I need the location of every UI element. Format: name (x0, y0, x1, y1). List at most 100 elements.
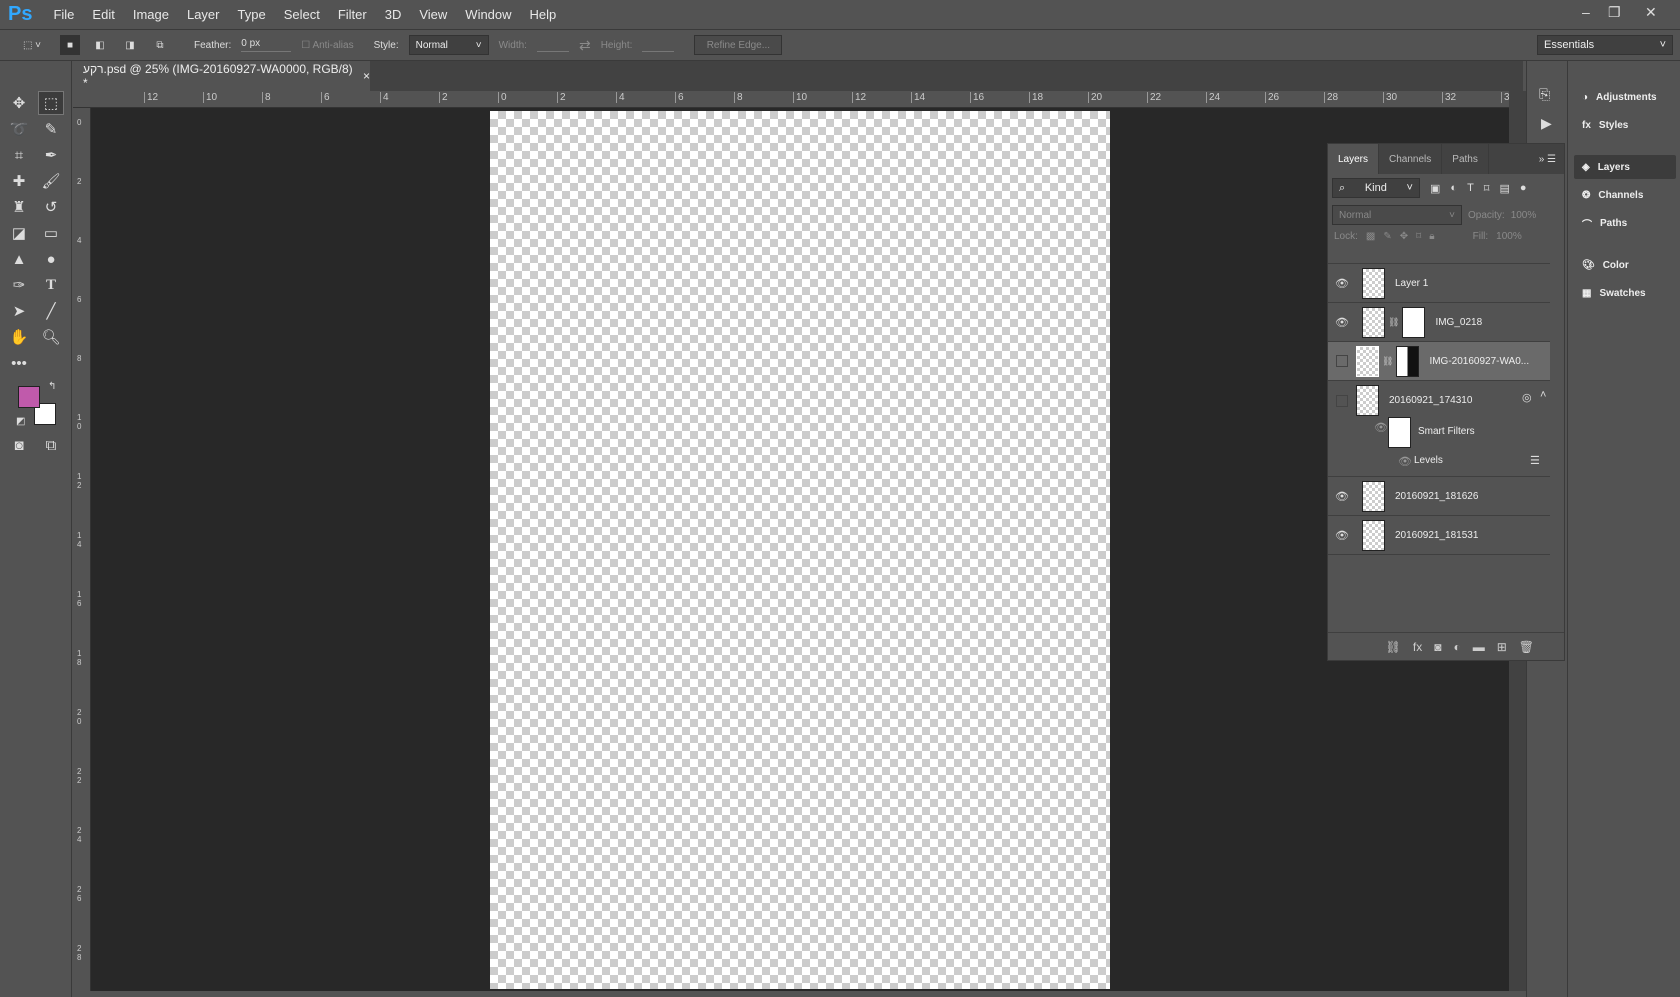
refine-edge-button[interactable]: Refine Edge... (694, 35, 783, 55)
workspace-select[interactable]: Essentials ˅ (1537, 35, 1673, 55)
clone-stamp-icon[interactable]: ♜ (6, 195, 32, 219)
document-canvas[interactable] (490, 111, 1110, 989)
subtract-selection-icon[interactable]: ◨ (120, 35, 140, 55)
filter-pixel-icon[interactable]: ▣ (1430, 182, 1440, 195)
default-colors-icon[interactable]: ◩ (16, 416, 25, 427)
hand-tool-icon[interactable]: ✋ (6, 325, 32, 349)
quick-mask-icon[interactable]: ◙ (6, 433, 32, 457)
intersect-selection-icon[interactable]: ⧉ (150, 35, 170, 55)
filter-kind-select[interactable]: ⌕ Kind ˅ (1332, 178, 1420, 198)
line-tool-icon[interactable]: ╱ (38, 299, 64, 323)
lasso-tool-icon[interactable]: ➰ (6, 117, 32, 141)
more-tools-icon[interactable]: ••• (6, 351, 32, 375)
layer-row-selected[interactable]: ⛓ IMG-20160927-WA0... (1328, 342, 1550, 381)
lock-pixels-icon[interactable]: ✎ (1383, 231, 1391, 242)
menu-window[interactable]: Window (456, 7, 520, 22)
lock-position-icon[interactable]: ✥ (1400, 231, 1408, 242)
height-input[interactable] (642, 38, 675, 52)
adjustment-layer-icon[interactable]: ◐ (1453, 640, 1460, 654)
menu-layer[interactable]: Layer (178, 7, 229, 22)
visibility-toggle[interactable] (1336, 395, 1348, 407)
menu-edit[interactable]: Edit (83, 7, 123, 22)
menu-select[interactable]: Select (275, 7, 329, 22)
document-tab[interactable]: רקע.psd @ 25% (IMG-20160927-WA0000, RGB/… (73, 61, 370, 91)
minimize-button[interactable]: – (1582, 4, 1590, 20)
fx-icon[interactable]: fx (1413, 640, 1422, 654)
dock-channels[interactable]: ❂ Channels (1574, 183, 1676, 207)
eye-icon[interactable]: 👁︎ (1374, 421, 1388, 434)
panel-menu-icon[interactable]: » ☰ (1539, 154, 1556, 165)
dock-adjustments[interactable]: ◑ Adjustments (1574, 85, 1676, 109)
quick-select-tool-icon[interactable]: ✎ (38, 117, 64, 141)
eye-icon[interactable]: 👁︎ (1328, 277, 1356, 290)
tab-channels[interactable]: Channels (1379, 144, 1443, 174)
menu-file[interactable]: File (44, 7, 83, 22)
filter-toggle-icon[interactable]: ● (1520, 182, 1527, 194)
move-tool-icon[interactable]: ✥ (6, 91, 32, 115)
history-brush-icon[interactable]: ↺ (38, 195, 64, 219)
add-selection-icon[interactable]: ◧ (90, 35, 110, 55)
eye-icon[interactable]: 👁︎ (1398, 455, 1412, 468)
close-tab-icon[interactable]: × (363, 69, 370, 83)
restore-button[interactable]: ❐ (1608, 4, 1621, 21)
visibility-toggle[interactable] (1336, 355, 1348, 367)
new-group-icon[interactable]: ▬ (1473, 640, 1485, 654)
collapse-chevron-icon[interactable]: ˄ (1540, 389, 1546, 401)
menu-type[interactable]: Type (229, 7, 275, 22)
filter-options-icon[interactable]: ☰ (1530, 454, 1540, 467)
eye-icon[interactable]: 👁︎ (1328, 490, 1356, 503)
path-select-icon[interactable]: ➤ (6, 299, 32, 323)
feather-input[interactable]: 0 px (241, 38, 292, 52)
tab-layers[interactable]: Layers (1328, 144, 1380, 174)
layer-row[interactable]: 20160921_174310 ◎ ˄ 👁︎ Smart Filters 👁︎ … (1328, 381, 1550, 477)
lock-transparency-icon[interactable]: ▩ (1366, 231, 1375, 242)
filter-adjustment-icon[interactable]: ◐ (1450, 182, 1457, 194)
blend-mode-select[interactable]: Normal ˅ (1332, 205, 1462, 225)
levels-filter-label[interactable]: Levels (1414, 455, 1443, 466)
menu-filter[interactable]: Filter (329, 7, 376, 22)
layer-row[interactable]: 👁︎ 20160921_181626 (1328, 477, 1550, 516)
add-mask-icon[interactable]: ◙ (1434, 640, 1441, 654)
antialias-checkbox[interactable]: ☐ Anti-alias (301, 40, 353, 51)
dock-layers[interactable]: ◈ Layers (1574, 155, 1676, 179)
menu-3d[interactable]: 3D (376, 7, 411, 22)
filter-smart-object-icon[interactable]: ▤ (1499, 182, 1509, 195)
layer-row[interactable]: 👁︎ 20160921_181531 (1328, 516, 1550, 555)
swap-icon[interactable]: ⇄ (579, 37, 591, 54)
blur-tool-icon[interactable]: ▲ (6, 247, 32, 271)
swap-colors-icon[interactable]: ↰ (48, 381, 56, 392)
opacity-input[interactable]: 100% (1511, 210, 1537, 221)
style-select[interactable]: Normal ˅ (408, 35, 489, 55)
lock-artboard-icon[interactable]: ⌑ (1416, 231, 1421, 242)
pen-tool-icon[interactable]: ✑ (6, 273, 32, 297)
link-icon[interactable]: ⛓ (1388, 317, 1399, 328)
type-tool-icon[interactable]: T (38, 273, 64, 297)
lock-all-icon[interactable]: 🔒︎ (1429, 231, 1434, 242)
tab-paths[interactable]: Paths (1442, 144, 1489, 174)
new-selection-icon[interactable]: ■ (60, 35, 80, 55)
rect-marquee-tool-icon[interactable]: ⬚ (38, 91, 64, 115)
brush-tool-icon[interactable]: 🖌 (38, 169, 64, 193)
healing-brush-icon[interactable]: ✚ (6, 169, 32, 193)
link-layers-icon[interactable]: ⛓ (1386, 640, 1401, 654)
close-button[interactable]: ✕ (1645, 4, 1657, 21)
new-layer-icon[interactable]: ⊞ (1497, 640, 1507, 654)
gradient-tool-icon[interactable]: ▭ (38, 221, 64, 245)
layer-row[interactable]: 👁︎ Layer 1 (1328, 264, 1550, 303)
delete-layer-icon[interactable]: 🗑︎ (1519, 640, 1534, 654)
marquee-preset-icon[interactable]: ⬚ ˅ (14, 35, 50, 55)
menu-help[interactable]: Help (521, 7, 566, 22)
dock-paths[interactable]: ⌒ Paths (1574, 211, 1676, 235)
crop-tool-icon[interactable]: ⌗ (6, 143, 32, 167)
zoom-tool-icon[interactable]: 🔍︎ (38, 325, 64, 349)
fill-input[interactable]: 100% (1496, 231, 1522, 242)
actions-play-icon[interactable]: ▶ (1541, 115, 1552, 132)
filter-shape-icon[interactable]: ⌑ (1484, 182, 1490, 195)
dodge-tool-icon[interactable]: ● (38, 247, 64, 271)
screen-mode-icon[interactable]: ⧉ (38, 433, 64, 457)
eyedropper-tool-icon[interactable]: ✒ (38, 143, 64, 167)
dock-styles[interactable]: fx Styles (1574, 113, 1676, 137)
foreground-color-swatch[interactable] (18, 386, 40, 408)
layer-row[interactable]: 👁︎ ⛓ IMG_0218 (1328, 303, 1550, 342)
link-icon[interactable]: ⛓ (1382, 356, 1393, 367)
